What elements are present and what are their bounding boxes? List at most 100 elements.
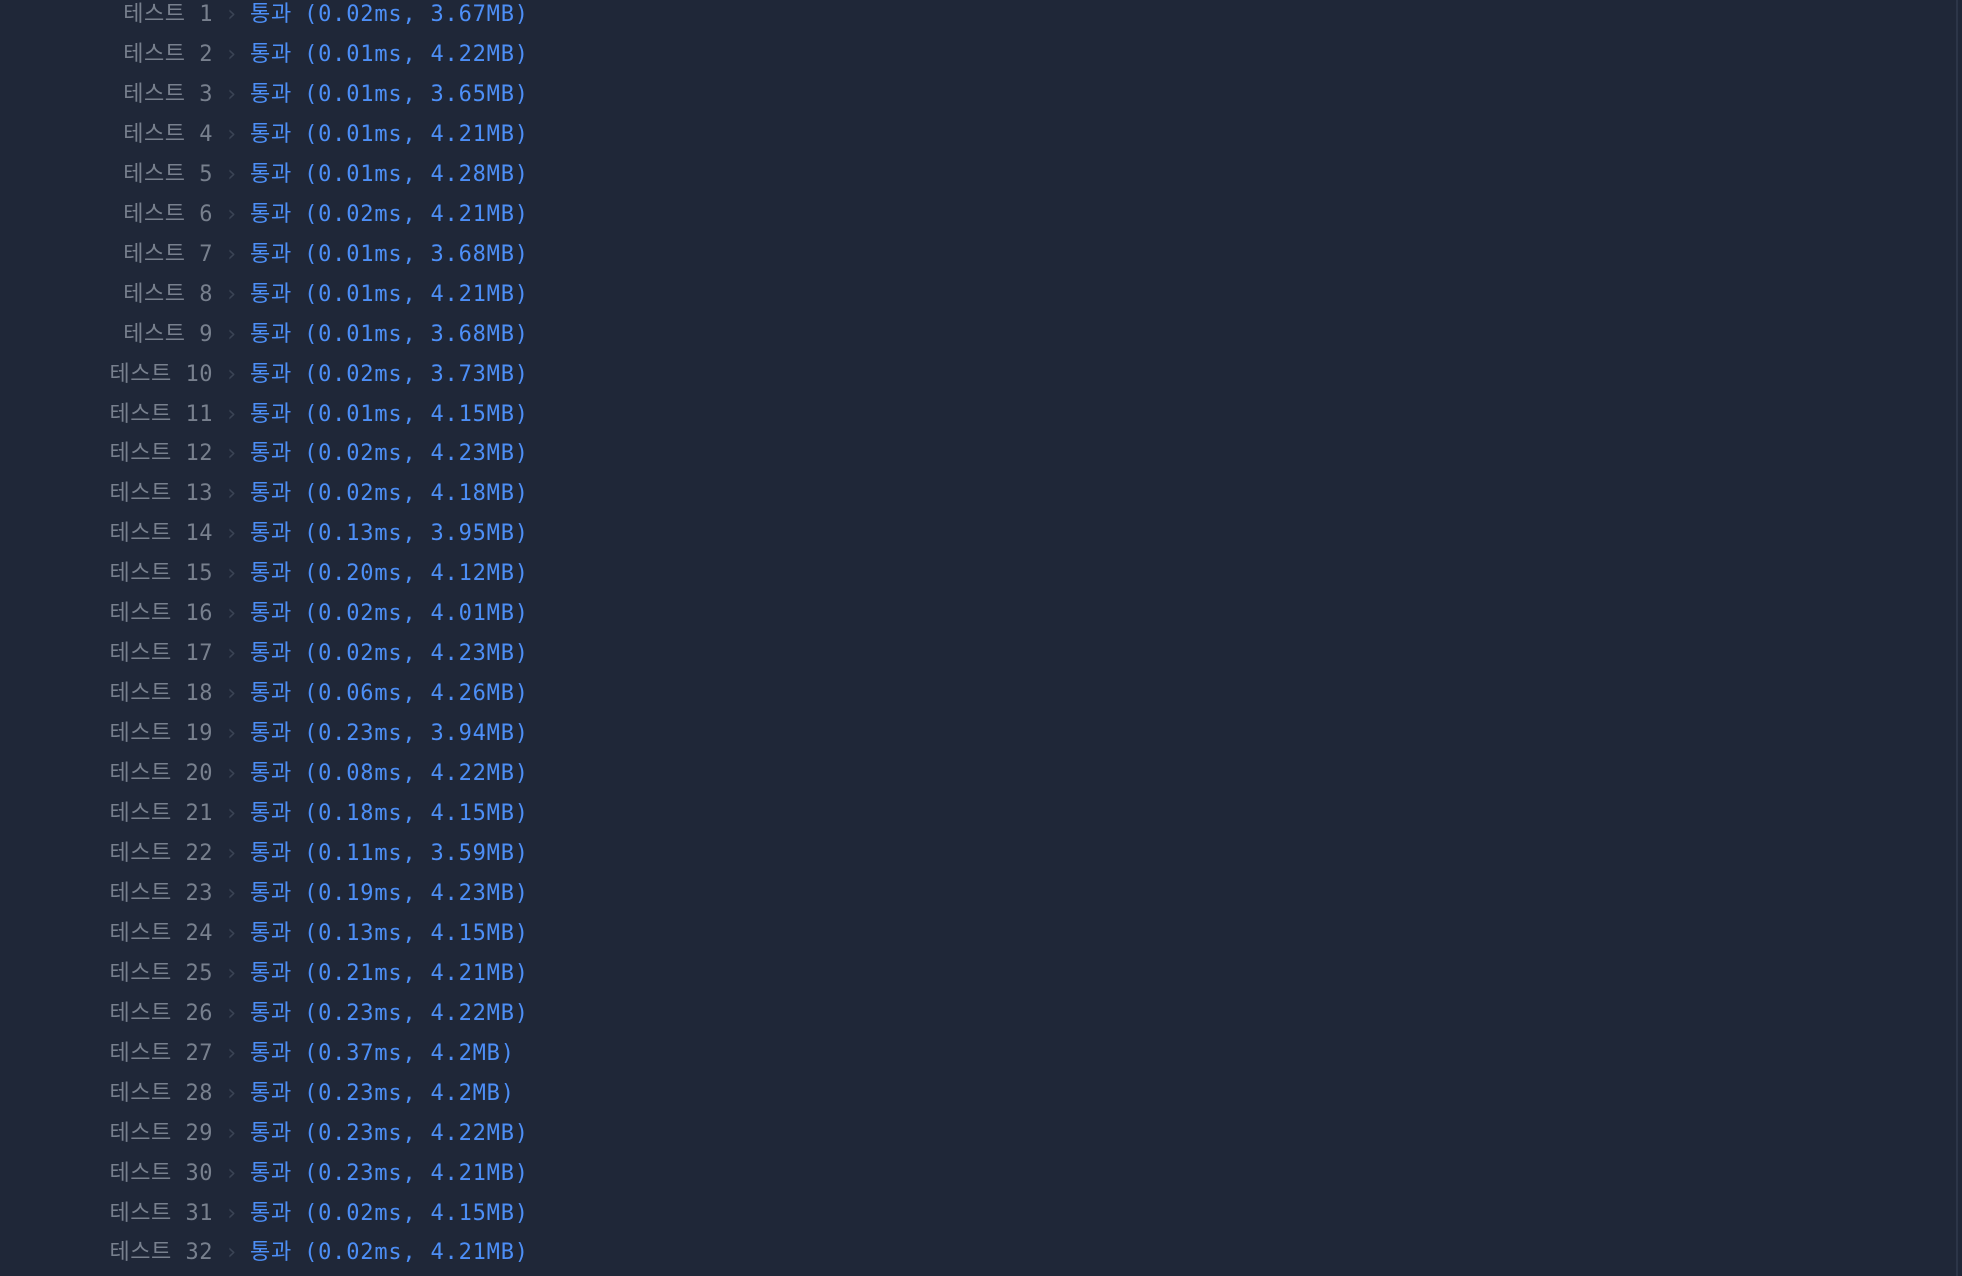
test-status: 통과 bbox=[250, 1240, 293, 1266]
test-result-row: 테스트 32 › 통과 (0.02ms, 4.21MB) bbox=[0, 1233, 529, 1273]
test-status: 통과 bbox=[250, 281, 293, 307]
test-status: 통과 bbox=[250, 641, 293, 667]
test-detail: (0.23ms, 4.2MB) bbox=[304, 1080, 515, 1106]
test-result-row: 테스트 24 › 통과 (0.13ms, 4.15MB) bbox=[0, 914, 529, 954]
test-result-row: 테스트 1 › 통과 (0.02ms, 3.67MB) bbox=[0, 0, 529, 35]
test-detail: (0.06ms, 4.26MB) bbox=[304, 681, 529, 707]
test-status: 통과 bbox=[250, 801, 293, 826]
chevron-right-icon: › bbox=[224, 641, 239, 667]
test-label: 테스트 22 bbox=[109, 840, 213, 866]
test-status: 통과 bbox=[250, 401, 293, 427]
test-label: 테스트 26 bbox=[109, 1000, 213, 1026]
chevron-right-icon: › bbox=[224, 1080, 239, 1106]
test-status: 통과 bbox=[250, 1080, 293, 1106]
test-status: 통과 bbox=[250, 681, 293, 707]
test-status: 통과 bbox=[250, 601, 293, 627]
test-detail: (0.02ms, 3.73MB) bbox=[304, 361, 529, 387]
test-label: 테스트 24 bbox=[109, 920, 213, 946]
test-status: 통과 bbox=[250, 761, 293, 787]
test-status: 통과 bbox=[250, 1040, 293, 1066]
test-detail: (0.01ms, 4.21MB) bbox=[304, 281, 529, 307]
test-detail: (0.20ms, 4.12MB) bbox=[304, 561, 529, 587]
test-label: 테스트 9 bbox=[123, 321, 213, 347]
test-detail: (0.01ms, 4.15MB) bbox=[304, 401, 529, 427]
test-label: 테스트 13 bbox=[109, 481, 213, 507]
test-result-row: 테스트 20 › 통과 (0.08ms, 4.22MB) bbox=[0, 754, 529, 794]
chevron-right-icon: › bbox=[224, 601, 239, 627]
test-detail: (0.01ms, 3.68MB) bbox=[304, 241, 529, 267]
test-result-row: 테스트 26 › 통과 (0.23ms, 4.22MB) bbox=[0, 994, 529, 1034]
test-label: 테스트 28 bbox=[109, 1080, 213, 1106]
test-result-row: 테스트 4 › 통과 (0.01ms, 4.21MB) bbox=[0, 115, 529, 155]
chevron-right-icon: › bbox=[224, 1120, 239, 1146]
test-result-row: 테스트 16 › 통과 (0.02ms, 4.01MB) bbox=[0, 594, 529, 634]
chevron-right-icon: › bbox=[224, 721, 239, 747]
test-detail: (0.02ms, 4.18MB) bbox=[304, 481, 529, 507]
test-status: 통과 bbox=[250, 721, 293, 747]
chevron-right-icon: › bbox=[224, 920, 239, 946]
chevron-right-icon: › bbox=[224, 960, 239, 986]
test-result-row: 테스트 28 › 통과 (0.23ms, 4.2MB) bbox=[0, 1074, 515, 1114]
test-status: 통과 bbox=[250, 1160, 293, 1186]
chevron-right-icon: › bbox=[224, 321, 239, 347]
test-result-row: 테스트 3 › 통과 (0.01ms, 3.65MB) bbox=[0, 75, 529, 115]
test-status: 통과 bbox=[250, 41, 293, 67]
chevron-right-icon: › bbox=[224, 1240, 239, 1266]
test-label: 테스트 20 bbox=[109, 761, 213, 787]
test-status: 통과 bbox=[250, 1000, 293, 1026]
test-label: 테스트 18 bbox=[109, 681, 213, 707]
test-label: 테스트 21 bbox=[109, 801, 213, 826]
chevron-right-icon: › bbox=[224, 41, 239, 67]
test-result-row: 테스트 14 › 통과 (0.13ms, 3.95MB) bbox=[0, 514, 529, 554]
test-detail: (0.13ms, 3.95MB) bbox=[304, 521, 529, 547]
test-label: 테스트 27 bbox=[109, 1040, 213, 1066]
test-detail: (0.02ms, 4.21MB) bbox=[304, 1240, 529, 1266]
test-status: 통과 bbox=[250, 121, 293, 147]
chevron-right-icon: › bbox=[224, 561, 239, 587]
test-status: 통과 bbox=[250, 880, 293, 906]
test-label: 테스트 10 bbox=[109, 361, 213, 387]
test-label: 테스트 3 bbox=[123, 81, 213, 107]
chevron-right-icon: › bbox=[224, 361, 239, 387]
test-results-list: 테스트 1 › 통과 (0.02ms, 3.67MB) 테스트 2 › 통과 (0.01ms,… bbox=[0, 0, 1958, 1276]
test-result-row: 테스트 10 › 통과 (0.02ms, 3.73MB) bbox=[0, 355, 529, 395]
test-detail: (0.23ms, 4.22MB) bbox=[304, 1120, 529, 1146]
test-result-row: 테스트 7 › 통과 (0.01ms, 3.68MB) bbox=[0, 235, 529, 275]
test-detail: (0.23ms, 3.94MB) bbox=[304, 721, 529, 747]
test-label: 테스트 1 bbox=[123, 2, 213, 27]
test-status: 통과 bbox=[250, 441, 293, 467]
test-result-row: 테스트 21 › 통과 (0.18ms, 4.15MB) bbox=[0, 794, 529, 834]
test-result-row: 테스트 22 › 통과 (0.11ms, 3.59MB) bbox=[0, 834, 529, 874]
test-status: 통과 bbox=[250, 2, 293, 27]
test-result-row: 테스트 17 › 통과 (0.02ms, 4.23MB) bbox=[0, 634, 529, 674]
test-detail: (0.02ms, 4.23MB) bbox=[304, 441, 529, 467]
test-result-row: 테스트 11 › 통과 (0.01ms, 4.15MB) bbox=[0, 395, 529, 435]
test-result-row: 테스트 5 › 통과 (0.01ms, 4.28MB) bbox=[0, 155, 529, 195]
chevron-right-icon: › bbox=[224, 121, 239, 147]
chevron-right-icon: › bbox=[224, 241, 239, 267]
test-detail: (0.23ms, 4.21MB) bbox=[304, 1160, 529, 1186]
test-label: 테스트 2 bbox=[123, 41, 213, 67]
test-result-row: 테스트 2 › 통과 (0.01ms, 4.22MB) bbox=[0, 35, 529, 75]
test-label: 테스트 6 bbox=[123, 201, 213, 227]
test-label: 테스트 7 bbox=[123, 241, 213, 267]
test-status: 통과 bbox=[250, 840, 293, 866]
test-result-row: 테스트 19 › 통과 (0.23ms, 3.94MB) bbox=[0, 714, 529, 754]
test-detail: (0.01ms, 3.65MB) bbox=[304, 81, 529, 107]
chevron-right-icon: › bbox=[224, 481, 239, 507]
chevron-right-icon: › bbox=[224, 81, 239, 107]
test-detail: (0.21ms, 4.21MB) bbox=[304, 960, 529, 986]
test-detail: (0.01ms, 4.21MB) bbox=[304, 121, 529, 147]
test-label: 테스트 16 bbox=[109, 601, 213, 627]
test-status: 통과 bbox=[250, 920, 293, 946]
test-result-row: 테스트 30 › 통과 (0.23ms, 4.21MB) bbox=[0, 1154, 529, 1194]
test-detail: (0.02ms, 3.67MB) bbox=[304, 2, 529, 27]
test-status: 통과 bbox=[250, 960, 293, 986]
test-result-row: 테스트 27 › 통과 (0.37ms, 4.2MB) bbox=[0, 1034, 515, 1074]
chevron-right-icon: › bbox=[224, 1040, 239, 1066]
test-label: 테스트 30 bbox=[109, 1160, 213, 1186]
test-status: 통과 bbox=[250, 321, 293, 347]
test-label: 테스트 8 bbox=[123, 281, 213, 307]
test-status: 통과 bbox=[250, 361, 293, 387]
test-label: 테스트 31 bbox=[109, 1200, 213, 1226]
